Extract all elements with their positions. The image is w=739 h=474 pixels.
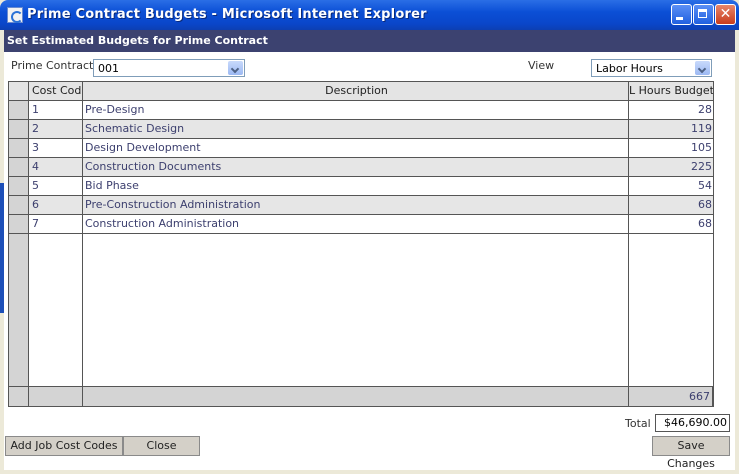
add-job-cost-codes-button[interactable]: Add Job Cost Codes (5, 436, 123, 456)
description-cell[interactable]: Pre-Design (83, 101, 629, 119)
table-row[interactable]: 7 Construction Administration 68 (9, 215, 713, 234)
cost-code-cell[interactable]: 1 (29, 101, 83, 119)
view-value: Labor Hours (596, 62, 663, 75)
table-row[interactable]: 1 Pre-Design 28 (9, 101, 713, 120)
cost-code-cell[interactable]: 7 (29, 215, 83, 233)
grid-column-divider (28, 234, 29, 386)
cost-code-cell[interactable]: 3 (29, 139, 83, 157)
row-selector[interactable] (9, 120, 29, 138)
close-button[interactable]: Close (123, 436, 200, 456)
window-titlebar: Prime Contract Budgets - Microsoft Inter… (0, 0, 739, 30)
window-title: Prime Contract Budgets - Microsoft Inter… (27, 7, 427, 22)
chevron-down-icon[interactable] (228, 61, 243, 75)
row-selector-header (9, 82, 29, 100)
column-total: 667 (629, 387, 713, 406)
column-header-description[interactable]: Description (83, 82, 629, 100)
row-selector[interactable] (9, 177, 29, 195)
description-cell[interactable]: Schematic Design (83, 120, 629, 138)
page-banner: Set Estimated Budgets for Prime Contract (4, 30, 735, 52)
table-row[interactable]: 6 Pre-Construction Administration 68 (9, 196, 713, 215)
row-selector[interactable] (9, 196, 29, 214)
table-row[interactable]: 2 Schematic Design 119 (9, 120, 713, 139)
chevron-down-icon[interactable] (695, 61, 710, 75)
row-selector[interactable] (9, 101, 29, 119)
view-select[interactable]: Labor Hours (591, 59, 712, 77)
description-cell[interactable]: Bid Phase (83, 177, 629, 195)
total-row-code-cell (29, 387, 83, 406)
table-row[interactable]: 3 Design Development 105 (9, 139, 713, 158)
view-label: View (528, 59, 555, 72)
ie-icon (7, 7, 23, 23)
cost-code-cell[interactable]: 5 (29, 177, 83, 195)
save-changes-button[interactable]: Save Changes (652, 436, 730, 470)
close-window-button[interactable]: ✕ (715, 4, 736, 25)
column-header-cost-code[interactable]: Cost Code (29, 82, 83, 100)
description-cell[interactable]: Construction Documents (83, 158, 629, 176)
description-cell[interactable]: Design Development (83, 139, 629, 157)
total-row-selector (9, 387, 29, 406)
grid-column-divider (82, 234, 83, 386)
budget-cell[interactable]: 105 (629, 139, 713, 157)
cost-code-cell[interactable]: 4 (29, 158, 83, 176)
grid-empty-area (9, 234, 713, 386)
cost-code-cell[interactable]: 2 (29, 120, 83, 138)
grid-header-row: Cost Code Description L Hours Budget (9, 82, 713, 101)
grid-selector-column (9, 234, 28, 386)
page-title: Set Estimated Budgets for Prime Contract (7, 34, 268, 47)
budget-cell[interactable]: 54 (629, 177, 713, 195)
budget-grid: Cost Code Description L Hours Budget 1 P… (8, 81, 714, 407)
grid-scroll-gutter (714, 81, 731, 407)
cost-code-cell[interactable]: 6 (29, 196, 83, 214)
total-label: Total (625, 417, 651, 430)
column-header-budget[interactable]: L Hours Budget (629, 82, 713, 100)
description-cell[interactable]: Construction Administration (83, 215, 629, 233)
grid-total-row: 667 (8, 386, 714, 407)
total-value: $46,690.00 (655, 414, 730, 432)
budget-cell[interactable]: 225 (629, 158, 713, 176)
total-row-description-cell (83, 387, 629, 406)
prime-contract-value: 001 (98, 62, 119, 75)
close-icon: ✕ (719, 6, 732, 22)
budget-cell[interactable]: 68 (629, 215, 713, 233)
maximize-button[interactable] (693, 4, 714, 25)
table-row[interactable]: 4 Construction Documents 225 (9, 158, 713, 177)
prime-contract-label: Prime Contract (11, 59, 94, 72)
prime-contract-select[interactable]: 001 (93, 59, 245, 77)
row-selector[interactable] (9, 139, 29, 157)
budget-cell[interactable]: 68 (629, 196, 713, 214)
budget-cell[interactable]: 119 (629, 120, 713, 138)
grid-column-divider (628, 234, 629, 386)
row-selector[interactable] (9, 215, 29, 233)
budget-cell[interactable]: 28 (629, 101, 713, 119)
minimize-button[interactable] (671, 4, 692, 25)
table-row[interactable]: 5 Bid Phase 54 (9, 177, 713, 196)
description-cell[interactable]: Pre-Construction Administration (83, 196, 629, 214)
row-selector[interactable] (9, 158, 29, 176)
page-content: Set Estimated Budgets for Prime Contract… (4, 30, 735, 470)
